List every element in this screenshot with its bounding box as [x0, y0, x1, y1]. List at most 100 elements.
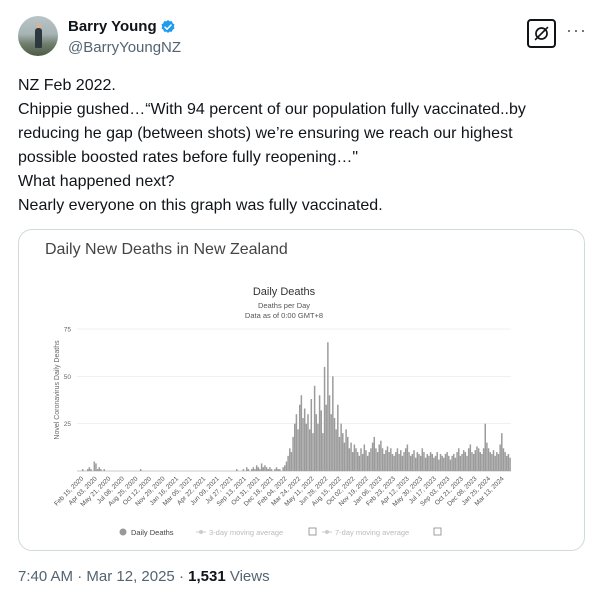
daily-deaths-bar	[348, 448, 351, 471]
daily-deaths-bar	[424, 457, 427, 471]
daily-deaths-bar	[322, 433, 324, 471]
daily-deaths-bar	[418, 453, 420, 471]
daily-deaths-bar	[327, 342, 329, 471]
media-card[interactable]: Daily New Deaths in New Zealand Daily De…	[18, 229, 585, 551]
daily-deaths-bar	[419, 455, 422, 471]
more-options-icon[interactable]: ···	[566, 20, 587, 41]
daily-deaths-bar	[361, 453, 364, 471]
daily-deaths-bar	[298, 404, 301, 471]
daily-deaths-bar	[453, 453, 455, 471]
daily-deaths-bar	[383, 453, 385, 471]
avatar-figure-body	[35, 28, 42, 48]
daily-deaths-bar	[295, 414, 298, 471]
daily-deaths-bar	[335, 429, 337, 471]
grok-button[interactable]	[527, 19, 556, 48]
daily-deaths-bar	[375, 448, 377, 471]
daily-deaths-bar	[257, 467, 260, 471]
author-name[interactable]: Barry Young	[68, 18, 157, 35]
daily-deaths-bar	[501, 433, 503, 471]
legend-7day-checkbox[interactable]	[433, 527, 442, 536]
author-avatar[interactable]	[18, 16, 58, 56]
daily-deaths-bar	[496, 452, 498, 471]
daily-deaths-bar	[467, 448, 470, 471]
daily-deaths-bar	[386, 446, 389, 471]
tweet-meta: 7:40 AM · Mar 12, 2025 · 1,531 Views	[18, 568, 270, 585]
daily-deaths-bar	[439, 453, 442, 471]
daily-deaths-bar	[406, 444, 409, 471]
daily-deaths-bar	[400, 450, 402, 471]
tweet-text: NZ Feb 2022. Chippie gushed…“With 94 per…	[18, 74, 584, 218]
daily-deaths-bar	[448, 455, 450, 471]
chart-subtitle: Deaths per Day	[258, 301, 310, 310]
daily-deaths-bar	[486, 442, 488, 471]
daily-deaths-bar	[504, 452, 506, 471]
daily-deaths-bar	[388, 452, 390, 471]
daily-deaths-bar	[370, 448, 372, 471]
daily-deaths-bar	[86, 469, 89, 471]
legend-3day-checkbox[interactable]	[308, 527, 317, 536]
daily-deaths-bar	[423, 452, 425, 471]
daily-deaths-bar	[254, 469, 256, 471]
daily-deaths-bar	[413, 450, 415, 471]
author-handle[interactable]: @BarryYoungNZ	[68, 39, 181, 56]
daily-deaths-bar	[491, 453, 493, 471]
tweet-line: reducing he gap (between shots) we’re en…	[18, 125, 513, 142]
daily-deaths-bar	[236, 469, 238, 471]
daily-deaths-bar	[385, 450, 387, 471]
daily-deaths-bar	[247, 469, 250, 471]
daily-deaths-bar	[506, 455, 508, 471]
grok-icon	[534, 26, 549, 41]
daily-deaths-bar	[373, 436, 376, 471]
daily-deaths-bar	[343, 442, 346, 471]
tweet-time[interactable]: 7:40 AM	[18, 568, 73, 585]
daily-deaths-bar	[446, 452, 448, 471]
daily-deaths-bar	[381, 448, 384, 471]
daily-deaths-bar	[282, 467, 284, 471]
tweet-line: What happened next?	[18, 173, 175, 190]
daily-deaths-bar	[303, 408, 306, 471]
daily-deaths-bar	[90, 469, 92, 471]
views-label: Views	[229, 568, 270, 585]
daily-deaths-bar	[438, 459, 440, 471]
daily-deaths-bar	[457, 448, 460, 471]
daily-deaths-bar	[262, 467, 265, 471]
y-tick-label: 50	[64, 374, 72, 381]
daily-deaths-bar	[333, 417, 336, 471]
daily-deaths-bar	[441, 455, 443, 471]
daily-deaths-bar	[88, 467, 91, 471]
daily-deaths-bar	[429, 452, 432, 471]
daily-deaths-bar	[481, 453, 483, 471]
daily-deaths-bar	[242, 469, 245, 471]
daily-deaths-bar	[454, 457, 457, 471]
legend-daily-deaths-marker	[119, 528, 127, 536]
daily-deaths-bar	[371, 442, 374, 471]
daily-deaths-bar	[456, 452, 458, 471]
daily-deaths-bar	[260, 463, 263, 471]
daily-deaths-bar	[507, 453, 510, 471]
daily-deaths-bar	[300, 395, 303, 471]
daily-deaths-bar	[345, 429, 347, 471]
daily-deaths-bar	[426, 453, 429, 471]
daily-deaths-bar	[264, 465, 266, 471]
daily-deaths-bar	[366, 455, 369, 471]
daily-deaths-bar	[484, 423, 486, 471]
daily-deaths-bar	[459, 455, 462, 471]
legend-7day-dot	[325, 530, 329, 534]
daily-deaths-bar	[265, 467, 268, 471]
daily-deaths-bar	[471, 452, 473, 471]
daily-deaths-bar	[275, 467, 278, 471]
daily-deaths-bar	[436, 452, 438, 471]
daily-deaths-bar	[433, 457, 435, 471]
daily-deaths-bar	[269, 467, 271, 471]
daily-deaths-bar	[277, 469, 279, 471]
y-tick-label: 25	[64, 421, 72, 428]
daily-deaths-bar	[337, 404, 339, 471]
daily-deaths-bar	[270, 469, 273, 471]
tweet-date[interactable]: Mar 12, 2025	[86, 568, 174, 585]
view-count: 1,531	[188, 568, 226, 585]
daily-deaths-bar	[255, 465, 258, 471]
meta-separator: ·	[178, 568, 189, 585]
daily-deaths-bar	[351, 452, 354, 471]
daily-deaths-bar	[350, 442, 352, 471]
daily-deaths-bar	[310, 399, 313, 471]
